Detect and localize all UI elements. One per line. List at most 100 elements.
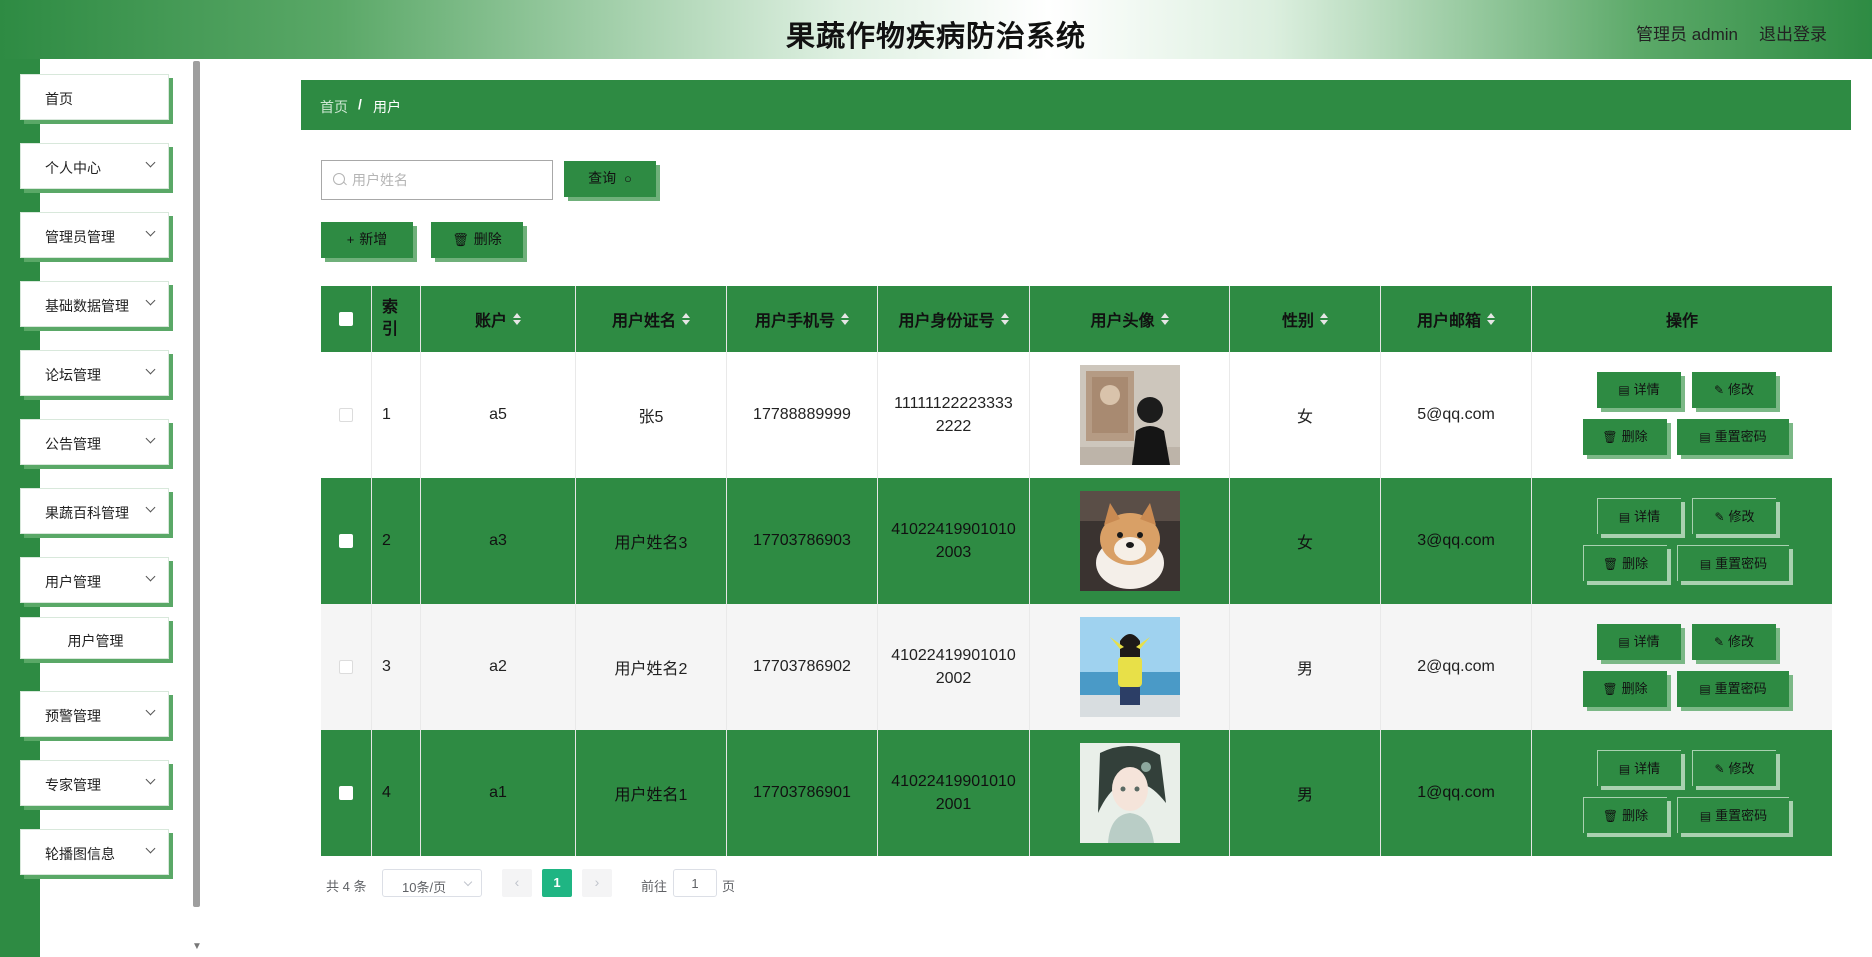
breadcrumb: 首页 / 用户 [301,80,1851,130]
document-icon: ▤ [1618,383,1630,397]
detail-button[interactable]: ▤ 详情 [1597,498,1681,534]
header-email[interactable]: 用户邮箱 [1381,286,1532,352]
cell-gender: 男 [1230,604,1381,730]
trash-icon: 🗑 [1602,682,1618,696]
row-checkbox[interactable] [339,534,353,548]
header-avatar[interactable]: 用户头像 [1030,286,1230,352]
sidebar-item-home[interactable]: 首页 [20,74,169,120]
header-gender[interactable]: 性别 [1230,286,1381,352]
trash-icon: 🗑 [452,232,469,247]
cell-index: 4 [372,730,421,856]
goto-label: 前往 [641,879,668,894]
logout-link[interactable]: 退出登录 [1759,20,1827,45]
delete-button[interactable]: 🗑 删除 [1583,419,1667,455]
header-idcard[interactable]: 用户身份证号 [878,286,1030,352]
prev-page-button[interactable]: ‹ [502,869,532,897]
sidebar-item-announcements[interactable]: 公告管理 [20,419,169,465]
sidebar-item-label: 管理员管理 [45,229,115,245]
sidebar-item-admin-management[interactable]: 管理员管理 [20,212,169,258]
sort-icon[interactable] [841,312,849,326]
table-row: 3 a2 用户姓名2 17703786902 41022419901010200… [321,604,1832,730]
sidebar-item-label: 预警管理 [45,708,101,724]
row-checkbox[interactable] [339,408,353,422]
cell-account: a5 [421,352,576,478]
detail-button[interactable]: ▤ 详情 [1597,372,1681,408]
sidebar-item-label: 个人中心 [45,160,101,176]
chevron-down-icon [145,705,156,716]
cell-operations: ▤ 详情 ✎ 修改 🗑 删除 ▤ 重置密码 [1532,352,1832,478]
sort-icon[interactable] [1160,312,1169,326]
search-input[interactable] [352,169,542,191]
row-checkbox[interactable] [339,786,353,800]
sort-icon[interactable] [1487,312,1495,326]
sidebar-subitem-user-management[interactable]: 用户管理 [20,617,169,659]
search-button[interactable]: 查询 ○ [564,161,656,197]
sidebar-item-personal-center[interactable]: 个人中心 [20,143,169,189]
trash-icon: 🗑 [1602,557,1619,571]
cell-name: 张5 [576,352,727,478]
sort-icon[interactable] [1320,312,1328,326]
chevron-down-icon [145,502,156,513]
edit-button[interactable]: ✎ 修改 [1692,750,1776,786]
delete-button[interactable]: 🗑 删除 [1583,797,1667,833]
document-icon: ▤ [1699,682,1711,696]
sidebar-item-label: 轮播图信息 [45,846,115,862]
header-operations: 操作 [1665,313,1698,330]
cell-index: 3 [372,604,421,730]
sort-icon[interactable] [1000,312,1009,326]
sort-icon[interactable] [513,312,521,326]
header-select-all [321,286,372,352]
avatar[interactable] [1079,365,1180,465]
avatar[interactable] [1079,491,1180,591]
select-all-checkbox[interactable] [339,312,353,326]
cell-account: a2 [421,604,576,730]
delete-button[interactable]: 🗑 删除 [1583,545,1667,581]
header-name[interactable]: 用户姓名 [576,286,727,352]
app-title: 果蔬作物疾病防治系统 [785,19,1086,53]
header-phone[interactable]: 用户手机号 [727,286,878,352]
sidebar-scrollbar-thumb[interactable] [193,61,200,907]
header-account[interactable]: 账户 [421,286,576,352]
breadcrumb-home[interactable]: 首页 [320,97,348,117]
detail-button[interactable]: ▤ 详情 [1597,750,1681,786]
next-page-button[interactable]: › [582,869,612,897]
delete-button[interactable]: 🗑 删除 [1583,671,1667,707]
sidebar-item-users[interactable]: 用户管理 [20,557,169,603]
sidebar-item-forum[interactable]: 论坛管理 [20,350,169,396]
page-size-value: 10条/页 [402,880,447,895]
add-button[interactable]: + 新增 [321,222,413,258]
cell-idcard: 410224199010102003 [878,478,1030,604]
edit-button[interactable]: ✎ 修改 [1692,372,1776,408]
sort-icon[interactable] [682,312,690,326]
cell-phone: 17788889999 [727,352,878,478]
detail-button[interactable]: ▤ 详情 [1597,624,1681,660]
sidebar-item-basic-data[interactable]: 基础数据管理 [20,281,169,327]
sidebar-item-label: 公告管理 [45,436,101,452]
sidebar-item-warnings[interactable]: 预警管理 [20,691,169,737]
goto-page-input[interactable] [673,869,717,897]
avatar[interactable] [1079,743,1180,843]
row-checkbox[interactable] [339,660,353,674]
chevron-down-icon [145,364,156,375]
batch-delete-button[interactable]: 🗑 删除 [431,222,523,258]
breadcrumb-separator: / [358,96,362,112]
avatar[interactable] [1079,617,1180,717]
reset-password-button[interactable]: ▤ 重置密码 [1677,797,1789,833]
sidebar-item-experts[interactable]: 专家管理 [20,760,169,806]
edit-button[interactable]: ✎ 修改 [1692,498,1776,534]
sidebar-item-encyclopedia[interactable]: 果蔬百科管理 [20,488,169,534]
edit-button[interactable]: ✎ 修改 [1692,624,1776,660]
cell-idcard: 410224199010102001 [878,730,1030,856]
reset-password-button[interactable]: ▤ 重置密码 [1677,419,1789,455]
chevron-down-icon [463,877,473,887]
sidebar-item-carousel[interactable]: 轮播图信息 [20,829,169,875]
page-number-button[interactable]: 1 [542,869,572,897]
scroll-down-arrow-icon[interactable]: ▼ [192,941,202,952]
reset-password-button[interactable]: ▤ 重置密码 [1677,545,1789,581]
reset-password-button[interactable]: ▤ 重置密码 [1677,671,1789,707]
chevron-down-icon [145,843,156,854]
page-size-select[interactable]: 10条/页 [382,869,482,897]
cell-name: 用户姓名1 [576,730,727,856]
sidebar-item-label: 首页 [45,91,73,107]
table-row: 4 a1 用户姓名1 17703786901 41022419901010200… [321,730,1832,856]
